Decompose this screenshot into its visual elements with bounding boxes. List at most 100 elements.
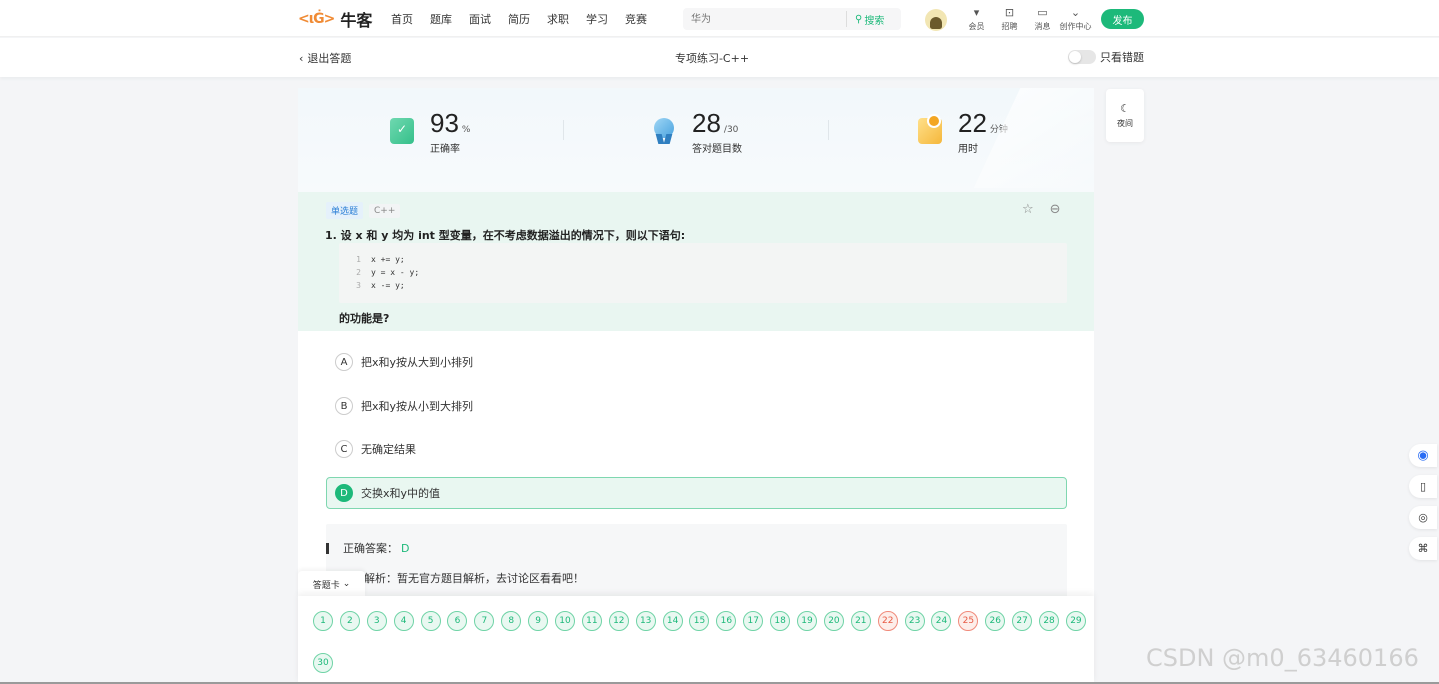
question-number-button[interactable]: 10 [555,611,576,631]
logo[interactable]: <ιĠ> 牛客 [298,8,372,30]
question-number-button[interactable]: 3 [366,611,387,631]
option-b[interactable]: B 把x和y按从小到大排列 [326,390,1067,422]
question-number-button[interactable]: 1 [313,611,333,631]
side-tools: ◉ ▯ ◎ ⌘ [1409,444,1437,560]
question-number-button[interactable]: 23 [904,611,925,631]
publish-button[interactable]: 发布 [1101,9,1144,29]
time-unit: 分钟 [989,125,1008,135]
watermark: CSDN @m0_63460166 [1146,644,1419,672]
vip-button[interactable]: ▾ 会员 [960,5,993,32]
night-mode-button[interactable]: ☾ 夜间 [1106,89,1144,142]
wrong-only-toggle[interactable] [1068,50,1096,64]
page-title: 专项练习-C++ [674,52,750,65]
question-number-button[interactable]: 9 [528,611,549,631]
clock-icon [918,114,942,144]
ai-assistant-icon[interactable]: ◉ [1409,444,1437,467]
moon-icon: ☾ [1120,102,1130,115]
question-number-button[interactable]: 25 [958,611,979,631]
nav-item-resume[interactable]: 简历 [508,11,530,27]
question-number-button[interactable]: 16 [716,611,737,631]
answer-card-tab[interactable]: 答题卡 ⌄ [298,571,365,597]
correct-unit: /30 [723,125,739,135]
star-icon[interactable]: ☆ [1022,202,1034,217]
question-number-button[interactable]: 29 [1065,611,1086,631]
nav-items: 首页 题库 面试 简历 求职 学习 竞赛 [391,11,664,27]
option-letter: C [335,440,353,458]
code-line: 2 y = x - y; [339,266,1067,279]
question-text-suffix: 的功能是? [339,312,390,325]
line-number: 2 [356,268,361,277]
question-block: 单选题 C++ ☆ ⊖ 1. 设 x 和 y 均为 int 型变量，在不考虑数据… [298,192,1094,331]
nav-item-interview[interactable]: 面试 [469,11,491,27]
time-label: 用时 [958,144,978,155]
question-number-button[interactable]: 5 [420,611,441,631]
correct-answer-label: 正确答案： [343,542,398,555]
time-value: 22 [958,108,987,138]
code-text: x += y; [371,255,405,264]
question-number-button[interactable]: 26 [985,611,1006,631]
wrong-only-toggle-wrap: 只看错题 [1068,49,1144,65]
top-nav: <ιĠ> 牛客 首页 题库 面试 简历 求职 学习 竞赛 ⚲ 搜索 ▾ 会员 ⊡… [0,0,1439,37]
question-number-button[interactable]: 4 [393,611,414,631]
option-letter: A [335,353,353,371]
feedback-icon[interactable]: ◎ [1409,506,1437,529]
question-number-button[interactable]: 7 [474,611,495,631]
code-text: y = x - y; [371,268,420,277]
search-input[interactable] [691,11,841,27]
nav-item-contest[interactable]: 竞赛 [625,11,647,27]
question-number-button[interactable]: 20 [823,611,844,631]
option-d[interactable]: D 交换x和y中的值 [326,477,1067,509]
question-number-button[interactable]: 22 [877,611,898,631]
minus-circle-icon[interactable]: ⊖ [1050,202,1061,217]
search-button[interactable]: ⚲ 搜索 [846,11,884,27]
option-text: 无确定结果 [361,443,416,456]
avatar[interactable] [925,9,947,31]
question-number-button[interactable]: 18 [770,611,791,631]
chevron-down-icon: ⌄ [342,579,351,589]
question-actions: ☆ ⊖ [1022,202,1061,217]
question-number-button[interactable]: 19 [797,611,818,631]
question-number-button[interactable]: 6 [447,611,468,631]
question-number-button[interactable]: 12 [608,611,629,631]
question-number-button[interactable]: 15 [689,611,710,631]
code-line: 1 x += y; [339,253,1067,266]
line-number: 1 [356,255,361,264]
question-number-button[interactable]: 21 [850,611,871,631]
creator-center-button[interactable]: ⌄ 创作中心 [1059,5,1092,32]
question-number-button[interactable]: 13 [635,611,656,631]
vip-label: 会员 [968,22,985,31]
question-number-button[interactable]: 24 [931,611,952,631]
question-number-button[interactable]: 17 [743,611,764,631]
sub-header: ‹ 退出答题 专项练习-C++ 只看错题 [0,38,1439,77]
question-tags: 单选题 C++ [326,202,401,219]
question-number-button[interactable]: 11 [581,611,602,631]
option-text: 把x和y按从大到小排列 [361,356,474,369]
question-number-button[interactable]: 8 [501,611,522,631]
question-number-button[interactable]: 27 [1012,611,1033,631]
logo-mark: <ιĠ> [298,11,335,27]
creator-label: 创作中心 [1059,22,1092,31]
nav-item-learn[interactable]: 学习 [586,11,608,27]
command-icon[interactable]: ⌘ [1409,537,1437,560]
question-type-tag: 单选题 [326,202,364,219]
option-letter: D [335,484,353,502]
answer-card: 1 2 3 4 5 6 7 8 9 10 11 12 13 14 15 16 17 18 19 20 21 22 23 24 2… [298,596,1094,684]
question-number-button[interactable]: 14 [662,611,683,631]
recruit-button[interactable]: ⊡ 招聘 [993,5,1026,32]
question-number-button[interactable]: 2 [339,611,360,631]
divider [563,120,564,140]
recruit-label: 招聘 [1001,22,1018,31]
message-button[interactable]: ▭ 消息 [1026,5,1059,32]
book-icon[interactable]: ▯ [1409,475,1437,498]
nav-item-question-bank[interactable]: 题库 [430,11,452,27]
question-number-button[interactable]: 28 [1039,611,1060,631]
option-a[interactable]: A 把x和y按从大到小排列 [326,346,1067,378]
nav-item-home[interactable]: 首页 [391,11,413,27]
accuracy-value: 93 [430,108,459,138]
option-c[interactable]: C 无确定结果 [326,433,1067,465]
question-number-button[interactable]: 30 [313,653,333,673]
nav-item-jobs[interactable]: 求职 [547,11,569,27]
creator-icon: ⌄ [1070,6,1081,19]
question-lang-tag[interactable]: C++ [369,203,401,218]
check-icon [390,118,414,144]
